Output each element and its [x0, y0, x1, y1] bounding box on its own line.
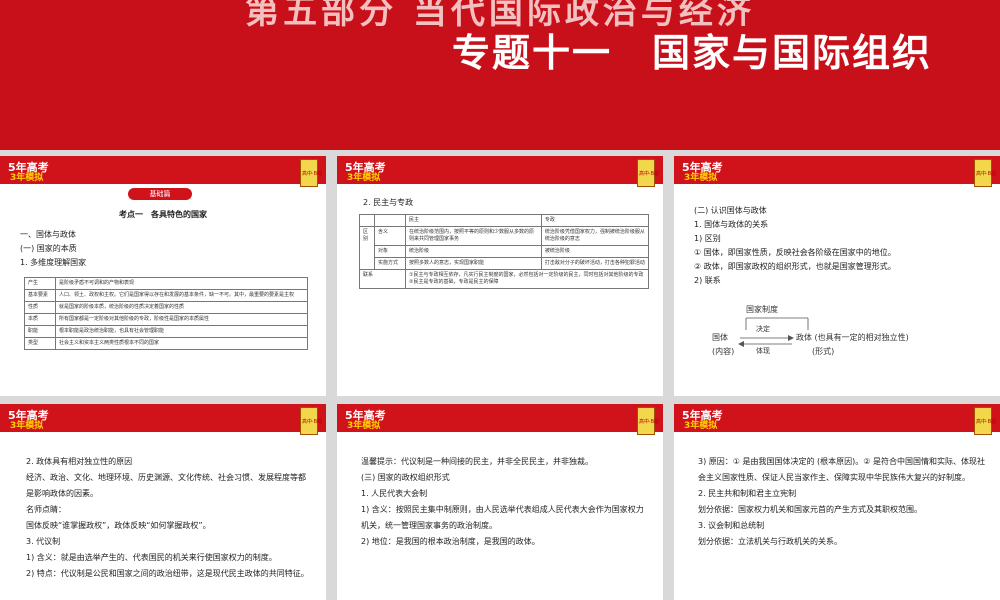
- slide-thumbnail-1[interactable]: 5年高考 3年模拟 高中·B版 基础篇 考点一 各具特色的国家 一、国体与政体 (…: [0, 156, 326, 396]
- section-pill: 基础篇: [128, 188, 192, 200]
- brand-logo: 5年高考 3年模拟: [8, 161, 49, 183]
- slide-body: (二) 认识国体与政体 1. 国体与政体的关系 1) 区别 ① 国体，即国家性质…: [694, 206, 896, 285]
- concept-table: 产生 是阶级矛盾不可调和的产物和表现 基本要素 人口、领土、政权和主权。它们是国家得…: [24, 277, 308, 350]
- slide-header-band: 5年高考 3年模拟 高中·B版: [0, 156, 326, 187]
- slide-thumbnail-6[interactable]: 5年高考 3年模拟 高中·B版 3) 原因：① 是由我国国体决定的 (根本原因)。…: [674, 404, 1000, 600]
- brand-logo: 5年高考 3年模拟: [345, 161, 386, 183]
- edition-badge-icon: 高中·B版: [974, 159, 996, 187]
- slide-thumbnail-3[interactable]: 5年高考 3年模拟 高中·B版 (二) 认识国体与政体 1. 国体与政体的关系 1…: [674, 156, 1000, 396]
- slide-thumbnail-2[interactable]: 5年高考 3年模拟 高中·B版 2. 民主与专政 民主 专政 区别 含义 在统治阶级…: [337, 156, 663, 396]
- edition-badge-icon: 高中·B版: [974, 407, 996, 435]
- slide-heading: 2. 民主与专政: [363, 198, 414, 207]
- title-banner: 第五部分 当代国际政治与经济 专题十一 国家与国际组织: [0, 0, 1000, 150]
- topic-title: 专题十一 国家与国际组织: [451, 31, 932, 75]
- brand-logo: 5年高考 3年模拟: [682, 161, 723, 183]
- slide-header-band: 5年高考 3年模拟 高中·B版: [674, 156, 1000, 187]
- slide-body: 一、国体与政体 (一) 国家的本质 1. 多维度理解国家: [20, 230, 87, 267]
- comparison-table: 民主 专政 区别 含义 在统治阶级范围内，按照平等的原则和少数服从多数的原则来共同…: [359, 214, 650, 289]
- slide-thumbnail-4[interactable]: 5年高考 3年模拟 高中·B版 2. 政体具有相对独立性的原因 经济、政治、文化、…: [0, 404, 326, 600]
- slide-header-band: 5年高考 3年模拟 高中·B版: [0, 404, 326, 435]
- edition-badge-icon: 高中·B版: [637, 159, 659, 187]
- brand-logo: 5年高考 3年模拟: [345, 409, 386, 431]
- slide-header-band: 5年高考 3年模拟 高中·B版: [337, 404, 663, 435]
- state-form-diagram: 国家制度 国体 (内容) 决定 体现 政体 (也具有一定的相对独立性) (形式): [712, 304, 982, 374]
- slide-thumbnail-5[interactable]: 5年高考 3年模拟 高中·B版 温馨提示：代议制是一种间接的民主，并非全民民主，并…: [337, 404, 663, 600]
- slide-header-band: 5年高考 3年模拟 高中·B版: [674, 404, 1000, 435]
- slide-body: 2. 政体具有相对独立性的原因 经济、政治、文化、地理环境、历史渊源、文化传统、…: [26, 457, 309, 578]
- brand-logo: 5年高考 3年模拟: [8, 409, 49, 431]
- slide-header-band: 5年高考 3年模拟 高中·B版: [337, 156, 663, 187]
- slide-heading: 考点一 各具特色的国家: [119, 210, 207, 219]
- slide-body: 3) 原因：① 是由我国国体决定的 (根本原因)。② 是符合中国国情和实际、体现…: [698, 457, 985, 546]
- edition-badge-icon: 高中·B版: [300, 407, 322, 435]
- brand-logo: 5年高考 3年模拟: [682, 409, 723, 431]
- edition-badge-icon: 高中·B版: [300, 159, 322, 187]
- slide-body: 温馨提示：代议制是一种间接的民主，并非全民民主，并非独裁。 (三) 国家的政权组…: [361, 457, 644, 546]
- edition-badge-icon: 高中·B版: [637, 407, 659, 435]
